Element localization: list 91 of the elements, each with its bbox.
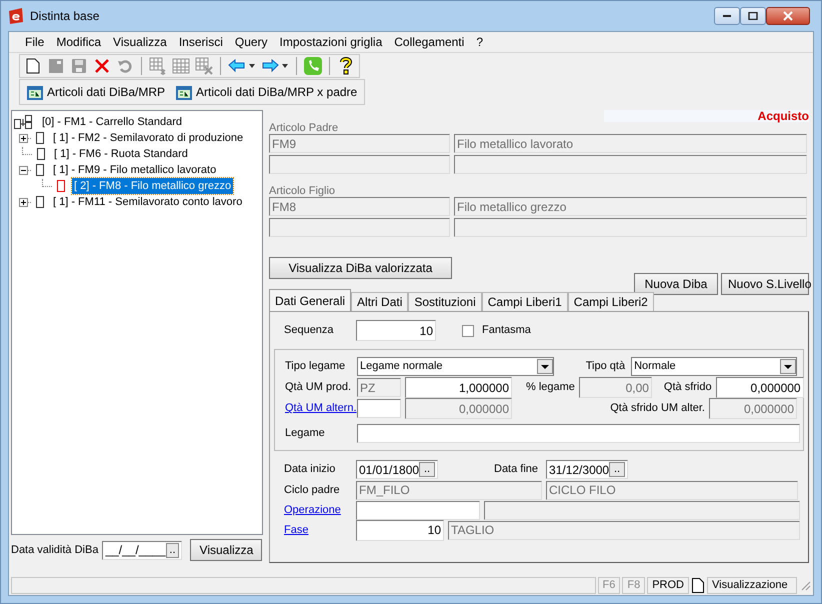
field-label: Data validità DiBa [11,542,98,558]
phone-icon[interactable] [303,56,323,76]
menu-item[interactable]: Visualizza [107,33,173,51]
tree-item[interactable]: [ 1] - FM11 - Semilavorato conto lavoro [51,194,244,210]
input-field[interactable] [357,399,401,418]
close-icon [783,11,793,21]
tab[interactable]: Altri Dati [351,292,408,311]
input-field[interactable] [269,218,450,237]
input-field[interactable]: 10 [356,320,436,341]
date-picker-button[interactable]: .. [609,462,626,477]
tree-item[interactable]: [0] - FM1 - Carrello Standard [40,114,184,130]
status-text: PROD [647,576,689,594]
field-label: Legame [285,426,326,442]
field-label: Qtà sfrido UM alter. [610,401,705,416]
tab[interactable]: Dati Generali [269,289,352,311]
maximize-icon [748,12,758,20]
app-logo-icon [8,8,24,24]
input-field[interactable]: 0,000000 [716,377,804,398]
input-field[interactable]: FM9 [269,134,450,153]
field-label: Tipo legame [285,359,346,374]
field-label: Tipo qtà [586,359,626,374]
field-label: Qtà UM prod. [285,380,352,396]
menu-item[interactable]: Impostazioni griglia [274,33,388,51]
input-field[interactable] [454,155,807,174]
field-label: Data fine [494,462,538,478]
menu-item[interactable]: Inserisci [172,33,229,51]
group-label: Articolo Padre [269,122,340,134]
input-field[interactable]: 10 [356,520,444,540]
window-icon [27,84,43,100]
toolbar-button[interactable]: Articoli dati DiBa/MRP [23,81,170,103]
input-field[interactable]: FM8 [269,197,450,216]
status-text: F6 [598,576,620,594]
field-link[interactable]: Operazione [284,502,352,518]
node-icon [14,115,34,129]
checkbox-label: Fantasma [482,323,531,338]
input-field[interactable] [357,424,800,443]
field-label: Sequenza [284,323,335,338]
window-icon [176,84,192,100]
menu-item[interactable]: ? [470,33,489,51]
field-label: % legame [526,380,575,396]
node-icon [33,131,45,145]
resize-grip-icon[interactable] [799,579,811,591]
menu-item[interactable]: Collegamenti [388,33,470,51]
tipo-qta-select[interactable]: Normale [631,357,797,376]
input-field[interactable]: 1,000000 [405,377,512,398]
field-label: Data inizio [284,462,336,478]
field-link[interactable]: Qtà UM altern. [285,400,353,417]
status-text: Visualizzazione [707,576,797,594]
tree-item[interactable]: [ 1] - FM2 - Semilavorato di produzione [51,130,246,146]
field-link[interactable]: Fase [284,522,352,538]
date-picker-button[interactable]: .. [419,462,435,477]
minimize-button[interactable] [714,7,740,25]
date-field[interactable]: 31/12/3000 .. [546,460,628,479]
group-label: Articolo Figlio [269,185,336,197]
valorizzata-button[interactable]: Visualizza DiBa valorizzata [269,257,452,279]
date-picker-button[interactable]: .. [166,542,180,558]
document-icon [691,576,705,594]
node-icon [33,163,45,177]
date-field[interactable]: 01/01/1800 .. [356,460,438,479]
checkbox[interactable] [462,324,474,336]
tipo-legame-select[interactable]: Legame normale [357,357,554,376]
tab[interactable]: Campi Liberi2 [568,292,654,311]
tab[interactable]: Campi Liberi1 [482,292,568,311]
menu-item[interactable]: File [19,33,50,51]
tree-item[interactable]: [ 1] - FM9 - Filo metallico lavorato [51,162,218,178]
tree-item[interactable]: [ 1] - FM6 - Ruota Standard [52,146,190,162]
nuovo-livello-button[interactable]: Nuovo S.Livello [721,273,809,295]
nuova-diba-button[interactable]: Nuova Diba [634,273,718,295]
window-title: Distinta base [30,8,100,25]
toolbar-button[interactable]: Articoli dati DiBa/MRP x padre [172,81,362,103]
minimize-icon [723,15,731,17]
input-field[interactable] [454,218,807,237]
date-field[interactable]: __/__/____ .. [102,540,182,560]
visualizza-button[interactable]: Visualizza [190,539,262,561]
input-field[interactable]: Filo metallico lavorato [454,134,807,153]
input-field[interactable] [269,155,450,174]
tab[interactable]: Sostituzioni [408,292,482,311]
node-icon [54,179,66,193]
node-icon [34,147,46,161]
category-label: Acquisto [758,110,809,122]
field-label: Ciclo padre [284,482,341,498]
menu-item[interactable]: Modifica [50,33,108,51]
maximize-button[interactable] [740,7,766,25]
close-button[interactable] [766,7,810,25]
input-field[interactable]: Filo metallico grezzo [454,197,807,216]
status-text: F8 [622,576,646,594]
field-label: Qtà sfrido [664,380,712,396]
tree-item[interactable]: [ 2] - FM8 - Filo metallico grezzo [72,178,234,194]
menu-item[interactable]: Query [228,33,274,51]
node-icon [33,195,45,209]
input-field[interactable] [356,500,480,520]
